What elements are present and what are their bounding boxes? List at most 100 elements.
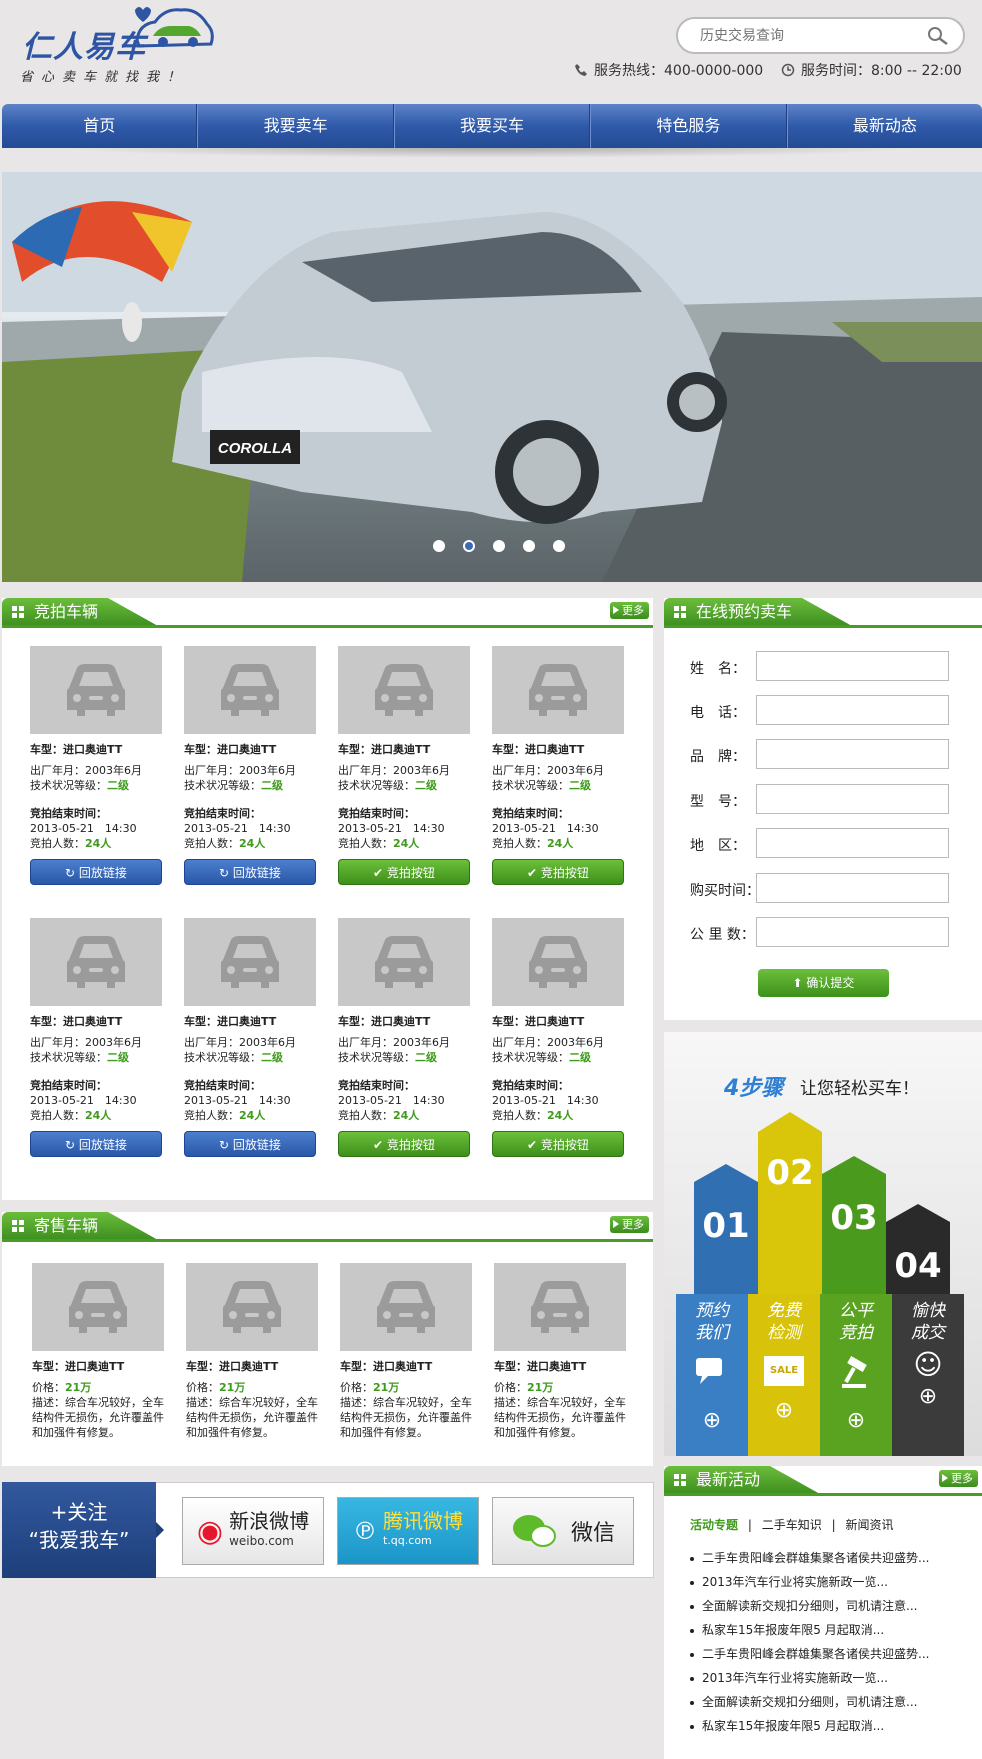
auction-end-label: 竞拍结束时间： xyxy=(184,1079,261,1092)
car-description: 描述：综合车况较好，全车结构件无损伤，允许覆盖件和加强件有修复。 xyxy=(186,1396,318,1439)
car-placeholder-icon xyxy=(67,936,125,988)
news-more-button[interactable]: 更多 xyxy=(939,1470,978,1487)
search-input[interactable] xyxy=(700,25,920,47)
car-model: 车型：进口奥迪TT xyxy=(184,1015,277,1028)
mileage-field[interactable] xyxy=(756,917,949,947)
manufacture-date: 出厂年月：2003年6月 xyxy=(338,1036,450,1049)
auction-end-time: 2013-05-21 14:30 xyxy=(184,1094,291,1107)
car-placeholder-icon xyxy=(69,1281,127,1333)
news-tabs: 活动专题 | 二手车知识 | 新闻资讯 xyxy=(690,1518,894,1532)
car-price: 价格：21万 xyxy=(340,1381,400,1394)
steps-columns: 预约我们 ⊕ 免费检测 SALE ⊕ 公平竞拍 ⊕ 愉快成交 ☺ ⊕ xyxy=(676,1294,964,1456)
car-thumbnail[interactable] xyxy=(494,1263,626,1351)
auction-title: 竞拍车辆 xyxy=(34,602,99,621)
hotline: 服务热线：400-0000-000 xyxy=(574,60,763,80)
weibo-icon: ◉ xyxy=(196,1513,224,1549)
consign-more-button[interactable]: 更多 xyxy=(610,1216,649,1233)
step-inspect[interactable]: 免费检测 SALE ⊕ xyxy=(748,1294,820,1456)
model-field[interactable] xyxy=(756,784,949,814)
news-item[interactable]: 私家车15年报废年限5 月起取消... xyxy=(688,1714,929,1738)
news-item[interactable]: 二手车贵阳峰会群雄集聚各诸侯共迎盛势... xyxy=(688,1642,929,1666)
car-thumbnail[interactable] xyxy=(184,646,316,734)
bid-button[interactable]: ✔ 竞拍按钮 xyxy=(492,1131,624,1157)
replay-link-button[interactable]: ↻ 回放链接 xyxy=(184,1131,316,1157)
name-field[interactable] xyxy=(756,651,949,681)
news-item[interactable]: 二手车贵阳峰会群雄集聚各诸侯共迎盛势... xyxy=(688,1546,929,1570)
car-thumbnail[interactable] xyxy=(338,646,470,734)
auction-end-label: 竞拍结束时间： xyxy=(338,1079,415,1092)
plus-icon[interactable]: ⊕ xyxy=(676,1410,748,1432)
step-bid[interactable]: 公平竞拍 ⊕ xyxy=(820,1294,892,1456)
booking-title: 在线预约卖车 xyxy=(696,602,793,621)
condition-grade: 技术状况等级：二级 xyxy=(184,1051,283,1064)
purchase-time-field[interactable] xyxy=(756,873,949,903)
nav-special-service[interactable]: 特色服务 xyxy=(590,104,787,148)
phone-field[interactable] xyxy=(756,695,949,725)
tqq-button[interactable]: ℗ 腾讯微博 t.qq.com xyxy=(337,1497,479,1565)
nav-sell-car[interactable]: 我要卖车 xyxy=(197,104,394,148)
banner-dot-4[interactable] xyxy=(523,540,535,552)
replay-link-button[interactable]: ↻ 回放链接 xyxy=(30,1131,162,1157)
car-thumbnail[interactable] xyxy=(340,1263,472,1351)
car-model: 车型：进口奥迪TT xyxy=(492,743,585,756)
car-thumbnail[interactable] xyxy=(30,918,162,1006)
wechat-button[interactable]: 微信 xyxy=(492,1497,634,1565)
region-field[interactable] xyxy=(756,828,949,858)
step-deal[interactable]: 愉快成交 ☺ ⊕ xyxy=(892,1294,964,1456)
banner-dot-1[interactable] xyxy=(433,540,445,552)
plus-icon[interactable]: ⊕ xyxy=(820,1410,892,1432)
submit-button[interactable]: ⬆ 确认提交 xyxy=(758,969,889,997)
plus-icon[interactable]: ⊕ xyxy=(892,1386,964,1408)
news-tab-info[interactable]: 新闻资讯 xyxy=(845,1518,893,1532)
bid-button[interactable]: ✔ 竞拍按钮 xyxy=(338,859,470,885)
tqq-icon: ℗ xyxy=(353,1517,377,1545)
car-thumbnail[interactable] xyxy=(30,646,162,734)
brand-field[interactable] xyxy=(756,739,949,769)
nav-buy-car[interactable]: 我要买车 xyxy=(393,104,591,148)
search-icon[interactable] xyxy=(927,26,949,46)
hero-banner[interactable]: COROLLA xyxy=(2,172,982,582)
news-item[interactable]: 全面解读新交规扣分细则，司机请注意... xyxy=(688,1690,929,1714)
replay-link-button[interactable]: ↻ 回放链接 xyxy=(184,859,316,885)
car-placeholder-icon xyxy=(529,664,587,716)
manufacture-date: 出厂年月：2003年6月 xyxy=(184,1036,296,1049)
condition-grade: 技术状况等级：二级 xyxy=(492,779,591,792)
news-item[interactable]: 全面解读新交规扣分细则，司机请注意... xyxy=(688,1594,929,1618)
banner-dot-5[interactable] xyxy=(553,540,565,552)
bidder-count: 竞拍人数：24人 xyxy=(184,1109,266,1122)
banner-dot-3[interactable] xyxy=(493,540,505,552)
steps-title-num: 4步骤 xyxy=(724,1076,784,1101)
plus-icon[interactable]: ⊕ xyxy=(748,1400,820,1422)
replay-link-button[interactable]: ↻ 回放链接 xyxy=(30,859,162,885)
banner-dot-2[interactable] xyxy=(463,540,475,552)
news-item[interactable]: 私家车15年报废年限5 月起取消... xyxy=(688,1618,929,1642)
bid-button[interactable]: ✔ 竞拍按钮 xyxy=(338,1131,470,1157)
nav-news[interactable]: 最新动态 xyxy=(786,104,982,148)
news-item[interactable]: 2013年汽车行业将实施新政一览... xyxy=(688,1570,929,1594)
auction-end-time: 2013-05-21 14:30 xyxy=(338,822,445,835)
brand-label: 品 牌： xyxy=(690,749,746,765)
car-thumbnail[interactable] xyxy=(338,918,470,1006)
steps-panel: 4步骤 让您轻松买车！ 01 02 03 04 预约我们 ⊕ 免费检测 SALE… xyxy=(664,1032,982,1456)
car-thumbnail[interactable] xyxy=(492,918,624,1006)
news-tab-knowledge[interactable]: 二手车知识 xyxy=(762,1518,822,1532)
bid-button[interactable]: ✔ 竞拍按钮 xyxy=(492,859,624,885)
news-item[interactable]: 2013年汽车行业将实施新政一览... xyxy=(688,1666,929,1690)
name-label: 姓 名： xyxy=(690,661,746,677)
auction-card: 车型：进口奥迪TT 出厂年月：2003年6月 技术状况等级：二级 竞拍结束时间： 201… xyxy=(30,646,164,885)
car-description: 描述：综合车况较好，全车结构件无损伤，允许覆盖件和加强件有修复。 xyxy=(340,1396,472,1439)
auction-end-time: 2013-05-21 14:30 xyxy=(492,1094,599,1107)
car-thumbnail[interactable] xyxy=(32,1263,164,1351)
car-thumbnail[interactable] xyxy=(186,1263,318,1351)
news-tab-activity[interactable]: 活动专题 xyxy=(690,1518,738,1532)
auction-more-button[interactable]: 更多 xyxy=(610,602,649,619)
auction-end-time: 2013-05-21 14:30 xyxy=(492,822,599,835)
manufacture-date: 出厂年月：2003年6月 xyxy=(30,764,142,777)
weibo-button[interactable]: ◉ 新浪微博 weibo.com xyxy=(182,1497,324,1565)
manufacture-date: 出厂年月：2003年6月 xyxy=(492,1036,604,1049)
car-thumbnail[interactable] xyxy=(184,918,316,1006)
car-thumbnail[interactable] xyxy=(492,646,624,734)
history-search[interactable] xyxy=(676,17,965,54)
step-book[interactable]: 预约我们 ⊕ xyxy=(676,1294,748,1456)
nav-home[interactable]: 首页 xyxy=(2,104,198,148)
